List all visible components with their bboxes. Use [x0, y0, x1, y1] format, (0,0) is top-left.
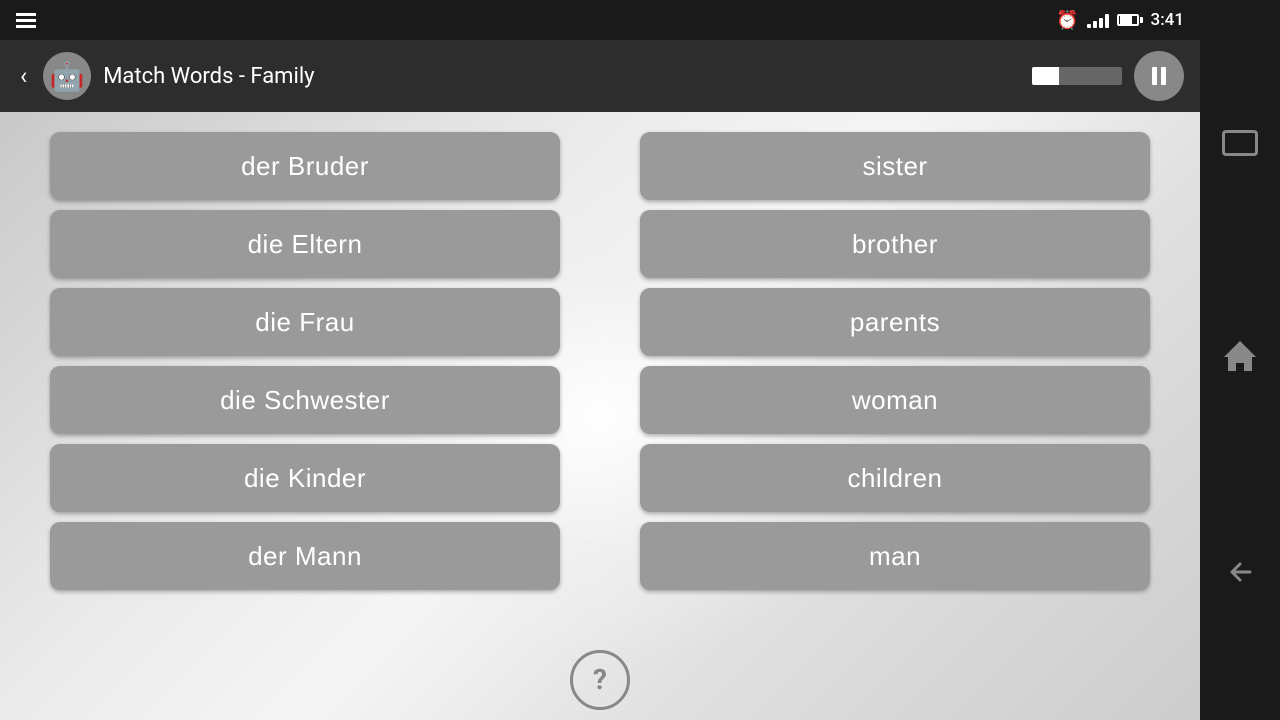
word-grid: der Bruder sister die Eltern brother die…	[50, 132, 1150, 590]
progress-bar	[1032, 67, 1122, 85]
help-button[interactable]: ?	[570, 650, 630, 710]
status-bar-left	[16, 13, 36, 28]
german-word-btn[interactable]: die Kinder	[50, 444, 560, 512]
signal-icon	[1087, 12, 1109, 28]
clock-icon: ⏰	[1056, 10, 1078, 31]
english-word-btn[interactable]: brother	[640, 210, 1150, 278]
german-word-btn[interactable]: der Mann	[50, 522, 560, 590]
english-word-btn[interactable]: parents	[640, 288, 1150, 356]
back-button[interactable]: ‹	[16, 58, 31, 94]
menu-icon	[16, 13, 36, 28]
english-word-btn[interactable]: children	[640, 444, 1150, 512]
pause-icon	[1152, 67, 1166, 85]
german-word-btn[interactable]: der Bruder	[50, 132, 560, 200]
german-word-btn[interactable]: die Schwester	[50, 366, 560, 434]
time-display: 3:41	[1151, 10, 1184, 30]
english-word-btn[interactable]: woman	[640, 366, 1150, 434]
pause-button[interactable]	[1134, 51, 1184, 101]
progress-bar-fill	[1032, 67, 1059, 85]
german-word-btn[interactable]: die Frau	[50, 288, 560, 356]
app-title: Match Words - Family	[103, 64, 1020, 89]
status-bar-right: ⏰ 3:41	[1056, 10, 1184, 31]
right-nav	[1200, 0, 1280, 720]
robot-avatar: 🤖	[43, 52, 91, 100]
back-nav-button[interactable]	[1222, 554, 1258, 590]
status-bar: ⏰ 3:41	[0, 0, 1200, 40]
home-button[interactable]	[1222, 337, 1258, 373]
main-area: ⏰ 3:41 ‹ 🤖 Match Words - Family	[0, 0, 1200, 720]
german-word-btn[interactable]: die Eltern	[50, 210, 560, 278]
game-area: der Bruder sister die Eltern brother die…	[0, 112, 1200, 720]
battery-icon	[1117, 14, 1143, 26]
rotate-icon[interactable]	[1222, 130, 1258, 156]
english-word-btn[interactable]: man	[640, 522, 1150, 590]
help-icon: ?	[593, 666, 607, 694]
title-bar: ‹ 🤖 Match Words - Family	[0, 40, 1200, 112]
english-word-btn[interactable]: sister	[640, 132, 1150, 200]
